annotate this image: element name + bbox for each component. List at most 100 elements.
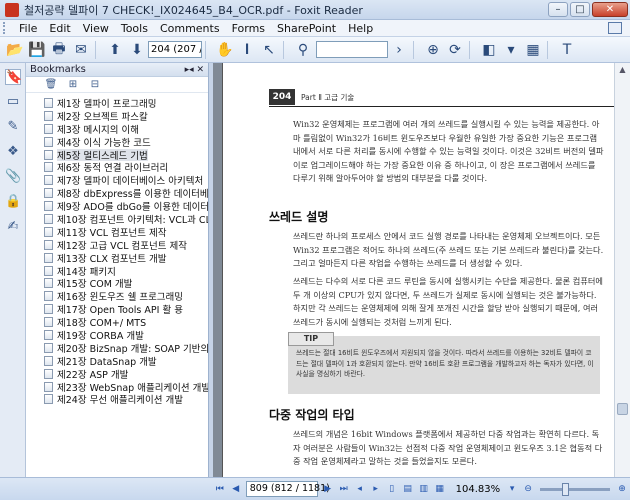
open-file-icon[interactable]: 📂 [5,40,25,60]
bookmarks-panel-icon[interactable]: 🔖 [5,69,22,85]
next-page-status-icon[interactable]: ▶ [321,482,335,496]
find-binoculars-icon[interactable]: ⚲ [293,40,313,60]
bookmark-item[interactable]: 제10장 컴포넌트 아키텍처: VCL과 CLX [26,213,208,225]
menu-forms[interactable]: Forms [226,22,271,35]
minimize-button[interactable]: – [548,2,568,17]
close-button[interactable]: ✕ [592,2,628,17]
signatures-panel-icon[interactable]: ✍ [5,219,21,235]
bookmark-item[interactable]: 제9장 ADO를 dbGo를 이용한 데이터베이스 [26,200,208,212]
menu-help[interactable]: Help [342,22,379,35]
menu-file[interactable]: File [13,22,43,35]
menu-sharepoint[interactable]: SharePoint [271,22,342,35]
search-input[interactable] [316,41,388,58]
panel-collapse-icon[interactable]: ▸◂ ✕ [185,63,204,76]
email-icon[interactable]: ✉ [71,40,91,60]
bookmark-page-icon [44,317,53,328]
bookmark-item[interactable]: 제22장 ASP 개발 [26,368,208,380]
back-icon[interactable]: ◂ [353,482,367,496]
pages-panel-icon[interactable]: ▭ [5,94,21,110]
bookmark-item[interactable]: 제2장 오브젝트 파스칼 [26,110,208,122]
dropdown-arrow-icon[interactable]: ▾ [501,40,521,60]
menu-edit[interactable]: Edit [43,22,76,35]
print-icon[interactable]: 🖶 [49,40,69,60]
bookmark-item[interactable]: 제20장 BizSnap 개발: SOAP 기반의 웹 서비 [26,342,208,354]
toolbar-separator [547,40,553,59]
bookmark-page-icon [44,381,53,392]
bookmark-item[interactable]: 제5장 멀티스레드 기법 [26,148,208,161]
form-icon[interactable]: ▦ [523,40,543,60]
expand-bookmarks-icon[interactable]: ⊞ [66,79,80,91]
zoom-icon[interactable]: ⊕ [423,40,443,60]
collapse-bookmarks-icon[interactable]: ⊟ [88,79,102,91]
bookmark-item[interactable]: 제19장 CORBA 개발 [26,329,208,341]
layers-panel-icon[interactable]: ❖ [5,144,21,160]
vertical-scrollbar[interactable]: ▲ [614,63,630,477]
forward-icon[interactable]: ▸ [369,482,383,496]
delete-bookmark-icon[interactable]: 🗑 [44,79,58,91]
zoom-out-icon[interactable]: ⊖ [521,482,535,496]
bookmark-page-icon [44,278,53,289]
single-page-icon[interactable]: ▯ [385,482,399,496]
bookmark-item[interactable]: 제18장 COM+/ MTS [26,316,208,328]
bookmark-item[interactable]: 제24장 무선 애플리케이션 개발 [26,393,208,405]
continuous-page-icon[interactable]: ▤ [401,482,415,496]
bookmark-label: 제17장 Open Tools API 활 용 [57,305,183,316]
next-page-icon[interactable]: ⬇ [127,40,147,60]
zoom-dropdown-icon[interactable]: ▾ [505,482,519,496]
hand-tool-icon[interactable]: ✋ [215,40,235,60]
select-cursor-icon[interactable]: ↖ [259,40,279,60]
last-page-icon[interactable]: ⏭ [337,482,351,496]
maximize-button[interactable]: □ [570,2,590,17]
scroll-thumb[interactable] [617,403,628,415]
bookmark-label: 제22장 ASP 개발 [57,369,129,380]
comments-panel-icon[interactable]: ✎ [5,119,21,135]
bookmark-item[interactable]: 제11장 VCL 컴포넌트 제작 [26,226,208,238]
menu-comments[interactable]: Comments [154,22,226,35]
prev-page-icon[interactable]: ◀ [229,482,243,496]
paragraph-thread-concurrency: 쓰레드는 다수의 서로 다른 코드 루틴을 동시에 실행시키는 수단을 제공한다… [293,276,603,327]
menu-tools[interactable]: Tools [115,22,154,35]
bookmark-page-icon [44,110,53,121]
search-next-icon[interactable]: › [389,40,409,60]
zoom-slider[interactable] [540,482,610,496]
bookmark-item[interactable]: 제23장 WebSnap 애플리케이션 개발 [26,381,208,393]
save-icon[interactable]: 💾 [27,40,47,60]
bookmark-item[interactable]: 제17장 Open Tools API 활 용 [26,303,208,315]
restore-layout-icon[interactable] [608,22,622,34]
bookmark-page-icon [44,175,53,186]
bookmark-item[interactable]: 제12장 고급 VCL 컴포넌트 제작 [26,239,208,251]
pdf-page: 204 Part Ⅱ 고급 기술 Win32 운영체제는 프로그램에 여러 개의… [222,63,614,477]
foxit-plugin-icon[interactable]: ◧ [479,40,499,60]
paragraph-thread-definition: 쓰레드란 하나의 프로세스 안에서 코드 실행 경로를 나타내는 운영체제 오브… [293,231,604,269]
scroll-up-icon[interactable]: ▲ [615,63,630,77]
bookmark-label: 제3장 메시지의 이해 [57,124,140,135]
previous-page-icon[interactable]: ⬆ [105,40,125,60]
bookmark-item[interactable]: 제13장 CLX 컴포넌트 개발 [26,252,208,264]
zoom-slider-knob[interactable] [562,482,570,496]
bookmark-item[interactable]: 제1장 델파이 프로그래밍 [26,97,208,109]
bookmark-page-icon [44,239,53,250]
document-view[interactable]: 204 Part Ⅱ 고급 기술 Win32 운영체제는 프로그램에 여러 개의… [213,63,614,477]
rotate-icon[interactable]: ⟳ [445,40,465,60]
page-number-input[interactable]: 204 (207 / 118 [148,41,202,58]
window-title: 철저공략 델파이 7 CHECK!_IX024645_B4_OCR.pdf - … [24,3,363,17]
bookmark-item[interactable]: 제3장 메시지의 이해 [26,123,208,135]
bookmark-item[interactable]: 제14장 패키지 [26,265,208,277]
bookmark-item[interactable]: 제4장 이식 가능한 코드 [26,136,208,148]
bookmark-item[interactable]: 제15장 COM 개발 [26,277,208,289]
security-panel-icon[interactable]: 🔒 [5,194,21,210]
status-page-input[interactable]: 809 (812 / 1181) [245,481,330,497]
attachments-panel-icon[interactable]: 📎 [5,169,21,185]
typewriter-icon[interactable]: T [557,40,577,60]
bookmark-item[interactable]: 제6장 동적 연결 라이브러리 [26,161,208,173]
bookmark-item[interactable]: 제21장 DataSnap 개발 [26,355,208,367]
continuous-facing-icon[interactable]: ▦ [433,482,447,496]
menu-view[interactable]: View [77,22,115,35]
select-text-icon[interactable]: 𝐈 [237,40,257,60]
facing-page-icon[interactable]: ▥ [417,482,431,496]
zoom-in-icon[interactable]: ⊕ [615,482,629,496]
first-page-icon[interactable]: ⏮ [213,482,227,496]
bookmark-item[interactable]: 제8장 dbExpress를 이용한 데이터베이스 개 [26,187,208,199]
bookmark-item[interactable]: 제16장 윈도우즈 쉘 프로그래밍 [26,290,208,302]
bookmark-item[interactable]: 제7장 델파이 데이터베이스 아키텍처 [26,174,208,186]
